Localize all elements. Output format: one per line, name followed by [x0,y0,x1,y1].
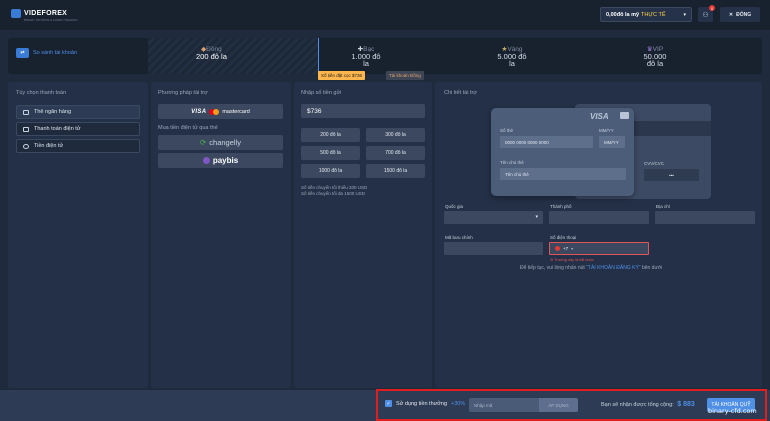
address-label: Địa chỉ [656,204,670,209]
payment-option-label: Thanh toán điện tử [34,126,81,132]
cardholder-input[interactable]: Tên chủ thẻ [500,168,626,180]
changelly-logo: changelly [209,138,241,147]
expiry-input[interactable]: MM/YY [599,136,625,148]
preset-amount-button[interactable]: 300 đô la [366,128,425,142]
compare-accounts-link[interactable]: ⇄ So sánh tài khoản [16,48,77,58]
preset-amount-button[interactable]: 200 đô la [301,128,360,142]
chevron-down-icon: ▾ [683,11,686,18]
card-icon [23,109,29,115]
user-icon: ⚇ [702,11,709,19]
chevron-down-icon: ▾ [535,214,538,220]
tier-amount: 5.000 đô la [497,52,527,68]
max-amount-text: Số tiền chuyển tối đa 1500 USD [301,191,366,196]
paybis-icon [202,157,210,164]
chevron-down-icon: ▾ [571,246,574,251]
visa-mastercard-option[interactable]: VISA mastercard [158,104,283,119]
paybis-logo: paybis [212,156,239,165]
cardholder-label: Tên chủ thẻ [500,160,524,165]
funding-details-title: Chi tiết tài trợ [444,90,477,96]
card-visa-logo: VISA [590,112,609,121]
preset-amount-button[interactable]: 1500 đô la [366,164,425,178]
phone-country-code: +7 [563,246,569,251]
payment-option-e-payment[interactable]: Thanh toán điện tử [16,122,140,136]
tier-amount: 200 đô la [196,52,227,61]
mastercard-icon [209,108,220,115]
card-number-input[interactable]: 0000 0000 0000 0000 [500,136,593,148]
logo-text: VIDEFOREX [24,10,68,17]
notification-badge: 0 [709,5,715,11]
paybis-option[interactable]: paybis [158,153,283,168]
zip-input[interactable] [444,242,543,255]
wallet-icon [23,126,29,132]
hint-prefix: Để tiếp tục, vui lòng nhấn nút [520,265,585,271]
logo[interactable]: VIDEFOREX [11,9,67,18]
tier-progress-fill [148,38,318,74]
tier-bronze: ◆Đồng 200 đô la [196,46,227,61]
visa-logo: VISA [191,108,207,115]
payment-option-crypto[interactable]: Tiền điện tử [16,139,140,153]
deposit-amount-tag: Số tiền đặt cọc $736 [318,71,366,80]
hint-suffix: bên dưới [641,265,663,271]
tier-silver: ✚Bạc 1.000 đô la [351,46,381,68]
close-icon: ✕ [728,11,734,18]
compare-icon: ⇄ [16,48,29,58]
tier-amount: 1.000 đô la [351,52,381,68]
payment-option-label: Thẻ ngân hàng [34,109,72,115]
close-button[interactable]: ✕ ĐÓNG [720,7,760,22]
city-label: Thành phố [550,204,572,209]
tier-vip: ♛VIP 50.000 đô la [640,46,670,67]
preset-amount-button[interactable]: 500 đô la [301,146,360,160]
mastercard-logo: mastercard [222,108,250,115]
expiry-label: MM/YY [599,128,614,133]
amount-limits: Số tiền chuyển tối thiểu 200 USD Số tiền… [301,185,367,197]
preset-amount-button[interactable]: 700 đô la [366,146,425,160]
phone-input[interactable]: +7 ▾ [549,242,649,255]
cvv-input[interactable]: ••• [644,169,699,181]
continue-hint: Để tiếp tục, vui lòng nhấn nút "TÀI KHOẢ… [520,265,662,271]
compare-label: So sánh tài khoản [33,50,78,56]
watermark: binary-cfd.com [708,407,757,415]
phone-label: Số điện thoại [550,235,577,240]
city-input[interactable] [549,211,649,224]
bitcoin-icon [23,143,29,149]
highlight-box [376,389,767,421]
cvv-label: CVV/CVC [644,161,665,166]
account-balance: 0,00đô la mỹ [606,11,640,18]
preset-amount-button[interactable]: 1000 đô la [301,164,360,178]
logo-subtitle: BINARY OPTIONS & FOREX TRADING [24,18,78,22]
funding-method-title: Phương pháp tài trợ [158,90,208,96]
address-input[interactable] [655,211,755,224]
user-button[interactable]: ⚇ 0 [698,5,715,22]
zip-label: Mã bưu chính [445,235,473,240]
changelly-icon: ⟳ [200,138,207,147]
country-label: Quốc gia [445,204,464,209]
card-chip-icon [620,112,629,119]
deposit-amount-input[interactable]: $736 [301,104,425,118]
tier-gold: ★Vàng 5.000 đô la [494,46,530,67]
russia-flag-icon [555,246,560,251]
tier-amount: 50.000 đô la [643,52,667,68]
crypto-via-card-title: Mua tiền điện tử qua thẻ [158,125,218,131]
payment-options-title: Tùy chọn thanh toán [16,90,67,96]
country-select[interactable]: ▾ [444,211,543,224]
payment-option-label: Tiền điện tử [34,143,64,149]
payment-option-bank-card[interactable]: Thẻ ngân hàng [16,105,140,119]
card-front [491,108,634,196]
register-account-link[interactable]: "TÀI KHOẢN ĐĂNG KÝ" [586,265,640,271]
changelly-option[interactable]: ⟳ changelly [158,135,283,150]
logo-icon [11,9,21,18]
account-selector[interactable]: 0,00đô la mỹ THỰC TẾ ▾ [600,7,692,22]
tier-progress-marker [318,38,319,74]
account-level-tag: Tài khoản Đồng [386,71,424,80]
close-label: ĐÓNG [736,11,752,18]
card-number-label: Số thẻ [500,128,514,133]
phone-error: ⊘ Trường này là bắt buộc [550,258,594,262]
account-type: THỰC TẾ [641,11,666,18]
deposit-amount-title: Nhập số tiền gửi [301,90,342,96]
